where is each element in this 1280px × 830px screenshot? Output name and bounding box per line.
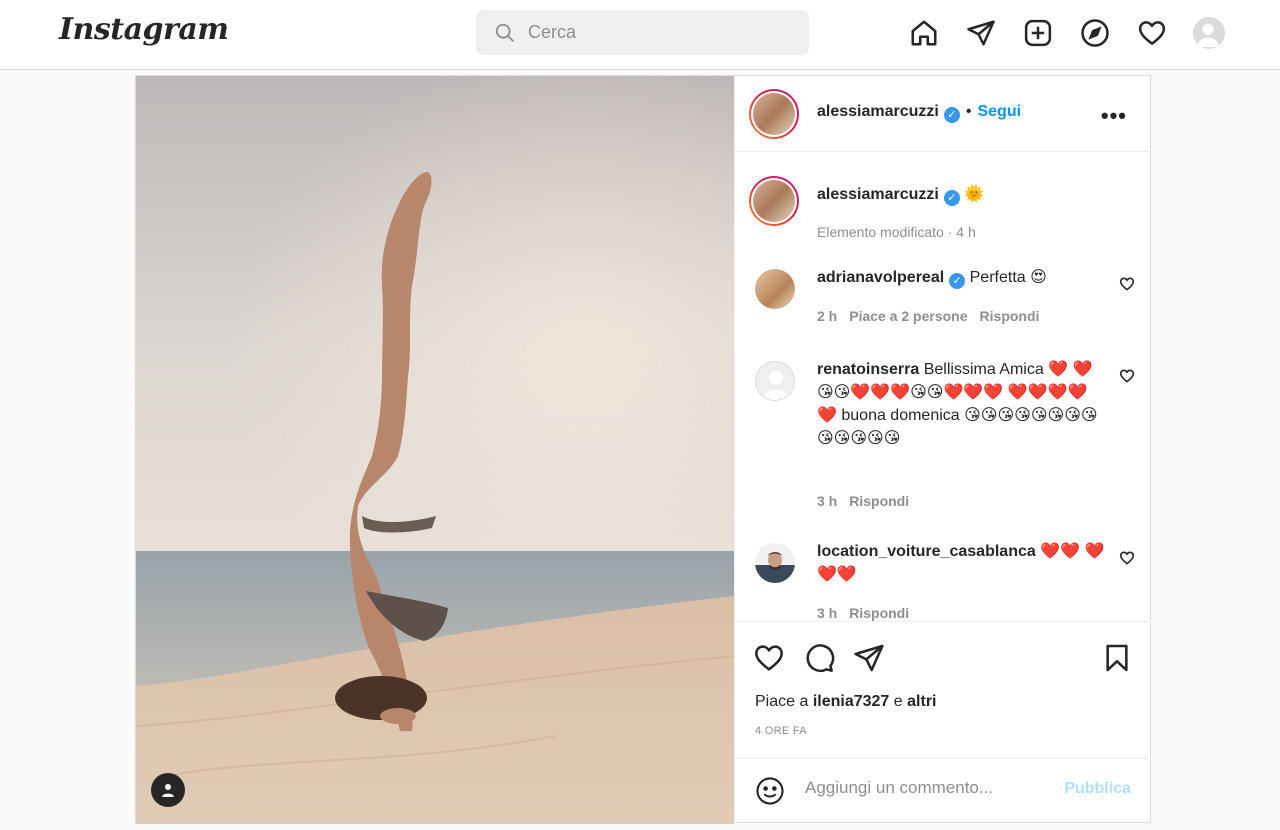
post-timestamp[interactable]: 4 ORE FA: [755, 725, 807, 737]
comment-meta: 3 h Rispondi: [817, 493, 921, 509]
comment-time[interactable]: 3 h: [817, 493, 837, 509]
verified-badge-icon: ✓: [943, 107, 960, 123]
author-line: alessiamarcuzzi ✓ • Segui: [817, 103, 1021, 123]
comment-username[interactable]: location_voiture_casablanca: [817, 543, 1036, 560]
user-icon: [162, 784, 174, 797]
emoji-icon[interactable]: [755, 776, 785, 806]
comment-avatar[interactable]: [755, 543, 795, 583]
comment-meta: 2 h Piace a 2 persone Rispondi: [817, 308, 1051, 324]
comment-text: renatoinserra Bellissima Amica ❤️ ❤️😘😘❤️…: [817, 358, 1107, 450]
search-box[interactable]: [476, 10, 809, 55]
search-icon: [495, 23, 514, 42]
likes-others-link[interactable]: altri: [907, 693, 936, 710]
comment-avatar[interactable]: [755, 361, 795, 401]
comment-time[interactable]: 2 h: [817, 308, 837, 324]
post-card: alessiamarcuzzi ✓ • Segui ••• alessiamarcuz…: [135, 75, 1151, 824]
caption-text: alessiamarcuzzi ✓ 🌞: [817, 183, 1107, 206]
comment-likes[interactable]: Piace a 2 persone: [849, 308, 967, 324]
caption-username[interactable]: alessiamarcuzzi: [817, 186, 939, 203]
save-bookmark-icon[interactable]: [1101, 642, 1133, 674]
home-icon[interactable]: [905, 16, 943, 50]
add-comment-bar: Pubblica: [735, 758, 1151, 822]
reply-button[interactable]: Rispondi: [980, 308, 1040, 324]
share-icon[interactable]: [853, 642, 885, 674]
publish-button[interactable]: Pubblica: [1064, 780, 1131, 798]
comment-username[interactable]: renatoinserra: [817, 361, 919, 378]
comment-like-heart-icon[interactable]: [1119, 550, 1135, 566]
more-options-icon[interactable]: •••: [1101, 103, 1127, 129]
default-avatar-icon: [762, 371, 790, 400]
separator: •: [965, 103, 972, 120]
comment-icon[interactable]: [803, 642, 835, 674]
author-avatar[interactable]: [749, 89, 799, 139]
beach-headstand-image: [136, 76, 734, 824]
reply-button[interactable]: Rispondi: [849, 605, 909, 621]
direct-icon[interactable]: [962, 16, 1000, 50]
avatar-portrait: [768, 552, 782, 570]
post-photo[interactable]: [136, 76, 734, 824]
profile-avatar[interactable]: [1190, 16, 1228, 50]
likes-prefix: Piace a: [755, 693, 809, 710]
likes-joiner: e: [893, 693, 903, 710]
like-heart-icon[interactable]: [753, 642, 785, 674]
comment-avatar[interactable]: [755, 269, 795, 309]
explore-icon[interactable]: [1076, 16, 1114, 50]
caption-meta: Elemento modificato · 4 h: [817, 224, 976, 240]
avatar: [1193, 17, 1225, 49]
comment-text: location_voiture_casablanca ❤️❤️ ❤️❤️❤️: [817, 540, 1107, 586]
comment-time[interactable]: 3 h: [817, 605, 837, 621]
verified-badge-icon: ✓: [943, 190, 960, 206]
caption-emoji: 🌞: [964, 186, 985, 203]
post-sidebar: alessiamarcuzzi ✓ • Segui ••• alessiamarcuz…: [734, 76, 1151, 822]
follow-button[interactable]: Segui: [977, 103, 1021, 120]
likes-user-link[interactable]: ilenia7327: [813, 693, 890, 710]
caption-avatar[interactable]: [749, 176, 799, 226]
verified-badge-icon: ✓: [949, 273, 966, 289]
nav-icons: [905, 16, 1247, 50]
comment-like-heart-icon[interactable]: [1119, 276, 1135, 292]
comment-username[interactable]: adrianavolpereal: [817, 269, 944, 286]
comments-list: alessiamarcuzzi ✓ 🌞 Elemento modificato ·…: [735, 153, 1151, 697]
top-nav-bar: Instagram: [0, 0, 1280, 70]
comment-text: adrianavolpereal ✓ Perfetta 😍: [817, 266, 1107, 289]
likes-summary: Piace a ilenia7327 e altri: [755, 693, 936, 711]
search-input[interactable]: [528, 22, 788, 43]
comment-like-heart-icon[interactable]: [1119, 368, 1135, 384]
reply-button[interactable]: Rispondi: [849, 493, 909, 509]
instagram-logo[interactable]: Instagram: [59, 12, 229, 47]
post-actions: Piace a ilenia7327 e altri 4 ORE FA: [735, 621, 1151, 758]
author-username[interactable]: alessiamarcuzzi: [817, 103, 939, 120]
post-header: alessiamarcuzzi ✓ • Segui •••: [735, 76, 1151, 152]
tagged-users-button[interactable]: [151, 773, 185, 807]
new-post-icon[interactable]: [1019, 16, 1057, 50]
comment-meta: 3 h Rispondi: [817, 605, 921, 621]
activity-heart-icon[interactable]: [1133, 16, 1171, 50]
comment-body: Perfetta 😍: [969, 269, 1047, 286]
comment-input[interactable]: [805, 778, 1055, 798]
